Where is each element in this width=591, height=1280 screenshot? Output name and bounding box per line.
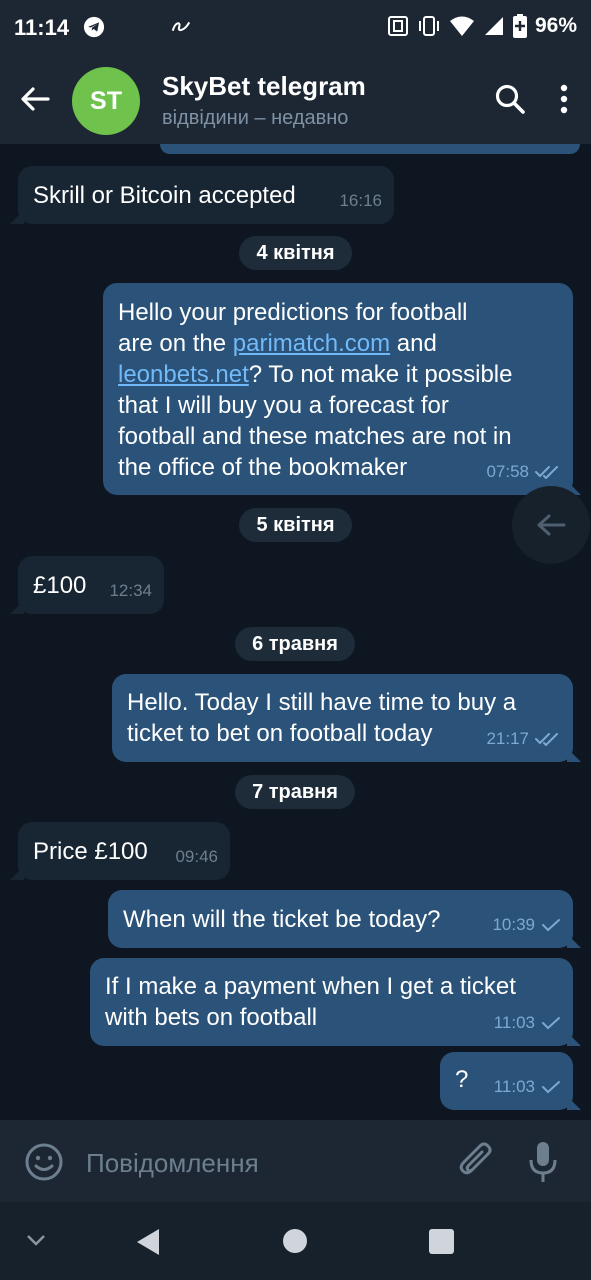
telegram-icon — [83, 16, 105, 38]
date-separator: 6 травня — [235, 627, 355, 661]
check-icon — [542, 1080, 560, 1093]
message-outgoing[interactable]: If I make a payment when I get a ticket … — [90, 958, 573, 1046]
message-outgoing[interactable]: When will the ticket be today? 10:39 — [108, 890, 573, 948]
message-outgoing[interactable]: Hello. Today I still have time to buy a … — [112, 674, 573, 762]
nav-recents-button[interactable] — [429, 1229, 454, 1254]
previous-message-edge — [160, 144, 580, 154]
double-check-icon — [535, 732, 558, 746]
message-time: 09:46 — [175, 847, 218, 866]
message-input-bar — [0, 1120, 591, 1202]
nav-home-button[interactable] — [283, 1229, 307, 1253]
message-text: Skrill or Bitcoin accepted — [33, 182, 296, 209]
status-bar: 11:14 96% — [0, 0, 591, 56]
chat-title[interactable]: SkyBet telegram — [162, 71, 366, 102]
link-leonbets[interactable]: leonbets.net — [118, 361, 249, 388]
message-meta: 11:03 — [494, 1071, 561, 1102]
check-icon — [542, 918, 560, 931]
message-list[interactable]: Skrill or Bitcoin accepted 16:16 4 квітн… — [0, 144, 591, 1120]
message-text: £100 — [33, 572, 87, 599]
message-meta: 21:17 — [486, 723, 561, 754]
message-time: 11:03 — [493, 1013, 535, 1032]
link-parimatch[interactable]: parimatch.com — [233, 330, 390, 357]
status-time: 11:14 — [14, 15, 70, 40]
message-outgoing[interactable]: Hello your predictions for football are … — [103, 283, 573, 495]
check-icon — [542, 1016, 560, 1029]
message-line: ticket to bet on football today — [127, 720, 433, 747]
message-meta: 09:46 — [175, 841, 218, 872]
share-button[interactable] — [512, 486, 590, 564]
signal-icon — [484, 17, 503, 35]
message-meta: 10:39 — [492, 909, 561, 940]
message-line: are on the parimatch.com and — [118, 330, 437, 357]
message-meta: 07:58 — [486, 456, 561, 487]
nav-back-icon[interactable] — [133, 1226, 163, 1258]
battery-icon — [512, 14, 527, 38]
status-icons: 96% — [387, 14, 577, 38]
message-line: Hello. Today I still have time to buy a — [127, 689, 517, 716]
paperclip-icon[interactable] — [458, 1142, 496, 1182]
message-time: 21:17 — [486, 729, 529, 748]
message-incoming[interactable]: Skrill or Bitcoin accepted 16:16 — [18, 166, 394, 224]
message-outgoing[interactable]: ? 11:03 — [440, 1052, 573, 1110]
message-incoming[interactable]: £100 12:34 — [18, 556, 164, 614]
message-time: 16:16 — [339, 191, 382, 210]
message-line: leonbets.net? To not make it possible — [118, 361, 513, 388]
battery-percent: 96% — [534, 14, 577, 37]
message-meta: 11:03 — [494, 1007, 561, 1038]
microphone-icon[interactable] — [526, 1140, 560, 1184]
message-meta: 16:16 — [339, 185, 382, 216]
message-text: ? — [455, 1066, 469, 1093]
message-line: Hello your predictions for football — [118, 299, 468, 326]
message-time: 11:03 — [493, 1077, 535, 1096]
search-icon[interactable] — [493, 82, 527, 116]
chevron-down-icon[interactable] — [24, 1230, 48, 1250]
date-separator: 5 квітня — [239, 508, 352, 542]
chat-header: ST SkyBet telegram відвідини – недавно — [0, 56, 591, 144]
message-time: 07:58 — [486, 462, 529, 481]
message-time: 10:39 — [492, 915, 535, 934]
message-line: with bets on football — [105, 1004, 318, 1031]
message-meta: 12:34 — [109, 575, 152, 606]
message-text: Price £100 — [33, 838, 148, 865]
message-line: football and these matches are not in — [118, 423, 512, 450]
forward-arrow-icon — [537, 514, 566, 536]
vibrate-icon — [418, 16, 439, 36]
double-check-icon — [535, 465, 558, 479]
message-time: 12:34 — [109, 581, 152, 600]
emoji-icon[interactable] — [24, 1142, 64, 1182]
message-incoming[interactable]: Price £100 09:46 — [18, 822, 230, 880]
app-icon — [171, 21, 191, 32]
more-vertical-icon[interactable] — [553, 82, 575, 116]
message-line: that I will buy you a forecast for — [118, 392, 449, 419]
avatar[interactable]: ST — [72, 67, 140, 135]
last-seen-status: відвідини – недавно — [162, 107, 349, 129]
nfc-icon — [387, 16, 408, 36]
date-separator: 7 травня — [235, 775, 355, 809]
system-nav-bar — [0, 1202, 591, 1280]
wifi-icon — [449, 16, 474, 36]
message-line: If I make a payment when I get a ticket — [105, 973, 516, 1000]
message-text: When will the ticket be today? — [123, 906, 441, 933]
back-arrow-icon[interactable] — [18, 82, 52, 116]
message-input[interactable] — [84, 1142, 428, 1184]
message-line: the office of the bookmaker — [118, 454, 408, 481]
date-separator: 4 квітня — [239, 236, 352, 270]
